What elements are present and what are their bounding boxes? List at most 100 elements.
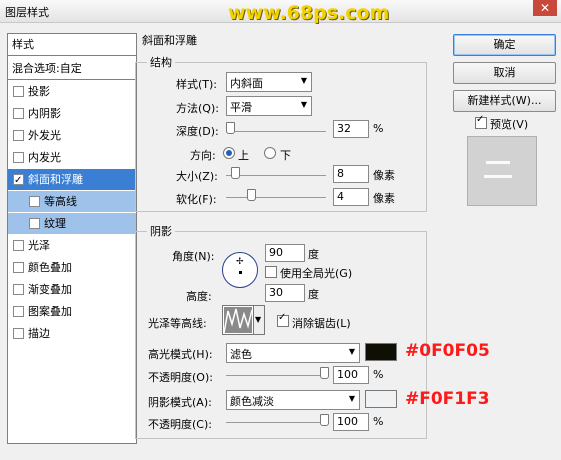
soften-unit: 像素 xyxy=(373,192,395,205)
antialias-checkbox[interactable] xyxy=(277,312,289,327)
size-slider-thumb[interactable] xyxy=(231,167,240,179)
chevron-down-icon: ▼ xyxy=(348,347,355,356)
sidebar-item-checkbox[interactable] xyxy=(29,196,40,207)
sidebar-item-checkbox[interactable] xyxy=(13,284,24,295)
sidebar-item-checkbox[interactable] xyxy=(13,152,24,163)
shadow-hex-annotation: #F0F1F3 xyxy=(405,389,490,409)
style-list: 样式 混合选项:自定 投影内阴影外发光内发光斜面和浮雕等高线纹理光泽颜色叠加渐变… xyxy=(7,33,137,444)
preview-checkbox[interactable] xyxy=(475,114,487,129)
soften-slider-thumb[interactable] xyxy=(247,189,256,201)
altitude-label: 高度: xyxy=(186,290,212,303)
chevron-down-icon: ▼ xyxy=(255,315,262,324)
size-input[interactable]: 8 xyxy=(333,165,369,183)
sidebar-item-3[interactable]: 内发光 xyxy=(8,147,136,168)
direction-down-label: 下 xyxy=(280,149,291,162)
sidebar-item-11[interactable]: 描边 xyxy=(8,323,136,344)
highlight-opacity-label: 不透明度(O): xyxy=(148,371,213,384)
sidebar-item-label: 渐变叠加 xyxy=(28,283,72,296)
soften-slider-track[interactable] xyxy=(226,197,326,198)
chevron-down-icon: ▼ xyxy=(300,76,307,85)
sidebar-item-checkbox[interactable] xyxy=(29,218,40,229)
sidebar-item-0[interactable]: 投影 xyxy=(8,81,136,102)
sidebar-item-checkbox[interactable] xyxy=(13,170,24,191)
shadow-mode-label: 阴影模式(A): xyxy=(148,396,212,409)
ok-button[interactable]: 确定 xyxy=(453,34,556,56)
close-button[interactable]: ✕ xyxy=(533,0,557,16)
size-slider-track[interactable] xyxy=(226,175,326,176)
highlight-opacity-input[interactable]: 100 xyxy=(333,366,369,384)
sidebar-item-2[interactable]: 外发光 xyxy=(8,125,136,146)
method-label: 方法(Q): xyxy=(176,102,219,115)
angle-input[interactable]: 90 xyxy=(265,244,305,262)
highlight-hex-annotation: #0F0F05 xyxy=(405,341,490,361)
gloss-contour-label: 光泽等高线: xyxy=(148,317,207,330)
sidebar-item-checkbox[interactable] xyxy=(13,306,24,317)
sidebar-item-5[interactable]: 等高线 xyxy=(8,191,136,212)
sidebar-item-6[interactable]: 纹理 xyxy=(8,213,136,234)
style-select[interactable]: 内斜面 ▼ xyxy=(226,72,312,92)
sidebar-item-label: 投影 xyxy=(28,85,50,98)
highlight-mode-label: 高光模式(H): xyxy=(148,348,213,361)
global-light-label: 使用全局光(G) xyxy=(280,267,353,280)
angle-unit: 度 xyxy=(308,248,319,261)
highlight-opacity-slider-track[interactable] xyxy=(226,375,326,376)
method-select[interactable]: 平滑 ▼ xyxy=(226,96,312,116)
soften-input[interactable]: 4 xyxy=(333,188,369,206)
new-style-button[interactable]: 新建样式(W)... xyxy=(453,90,556,112)
angle-dial[interactable]: ✢ xyxy=(222,252,258,288)
altitude-unit: 度 xyxy=(308,288,319,301)
sidebar-item-8[interactable]: 颜色叠加 xyxy=(8,257,136,278)
size-label: 大小(Z): xyxy=(176,170,218,183)
dial-center-icon xyxy=(239,271,242,274)
cancel-button[interactable]: 取消 xyxy=(453,62,556,84)
style-label: 样式(T): xyxy=(176,78,218,91)
shadow-opacity-slider-thumb[interactable] xyxy=(320,414,329,426)
shadow-opacity-input[interactable]: 100 xyxy=(333,413,369,431)
sidebar-item-10[interactable]: 图案叠加 xyxy=(8,301,136,322)
sidebar-item-checkbox[interactable] xyxy=(13,130,24,141)
depth-label: 深度(D): xyxy=(176,125,219,138)
style-list-header[interactable]: 样式 xyxy=(8,34,136,55)
sidebar-item-label: 颜色叠加 xyxy=(28,261,72,274)
shadow-opacity-unit: % xyxy=(373,415,384,428)
direction-up-label: 上 xyxy=(238,149,249,162)
sidebar-item-checkbox[interactable] xyxy=(13,86,24,97)
antialias-label: 消除锯齿(L) xyxy=(292,317,351,330)
angle-label: 角度(N): xyxy=(172,250,215,263)
sidebar-item-1[interactable]: 内阴影 xyxy=(8,103,136,124)
altitude-input[interactable]: 30 xyxy=(265,284,305,302)
sidebar-item-4[interactable]: 斜面和浮雕 xyxy=(8,169,136,191)
shadow-opacity-slider-track[interactable] xyxy=(226,422,326,423)
highlight-opacity-unit: % xyxy=(373,368,384,381)
global-light-checkbox[interactable] xyxy=(265,266,277,278)
sidebar-item-checkbox[interactable] xyxy=(13,108,24,119)
contour-curve-icon xyxy=(223,307,253,334)
sidebar-item-checkbox[interactable] xyxy=(13,262,24,273)
depth-slider-track[interactable] xyxy=(226,131,326,132)
window-title: 图层样式 xyxy=(5,6,49,19)
direction-down-radio[interactable] xyxy=(264,147,276,159)
sidebar-item-9[interactable]: 渐变叠加 xyxy=(8,279,136,300)
shadow-mode-select[interactable]: 颜色减淡 ▼ xyxy=(226,390,360,410)
highlight-mode-select[interactable]: 滤色 ▼ xyxy=(226,343,360,363)
preview-label: 预览(V) xyxy=(490,118,529,131)
sidebar-item-label: 等高线 xyxy=(44,195,77,208)
sidebar-item-checkbox[interactable] xyxy=(13,240,24,251)
depth-slider-thumb[interactable] xyxy=(226,122,235,134)
sidebar-item-7[interactable]: 光泽 xyxy=(8,235,136,256)
sidebar-item-label: 描边 xyxy=(28,327,50,340)
depth-input[interactable]: 32 xyxy=(333,120,369,138)
soften-label: 软化(F): xyxy=(176,193,217,206)
contour-dropdown-button[interactable]: ▼ xyxy=(253,305,265,335)
highlight-color-swatch[interactable] xyxy=(365,343,397,361)
shadow-color-swatch[interactable] xyxy=(365,390,397,408)
sidebar-item-checkbox[interactable] xyxy=(13,328,24,339)
highlight-opacity-slider-thumb[interactable] xyxy=(320,367,329,379)
crosshair-icon: ✢ xyxy=(236,257,244,267)
direction-up-radio[interactable] xyxy=(223,147,235,159)
direction-label: 方向: xyxy=(190,149,216,162)
preview-thumbnail xyxy=(467,136,537,206)
gloss-contour-preview[interactable] xyxy=(222,305,254,335)
depth-unit: % xyxy=(373,122,384,135)
blend-options-item[interactable]: 混合选项:自定 xyxy=(8,58,136,79)
